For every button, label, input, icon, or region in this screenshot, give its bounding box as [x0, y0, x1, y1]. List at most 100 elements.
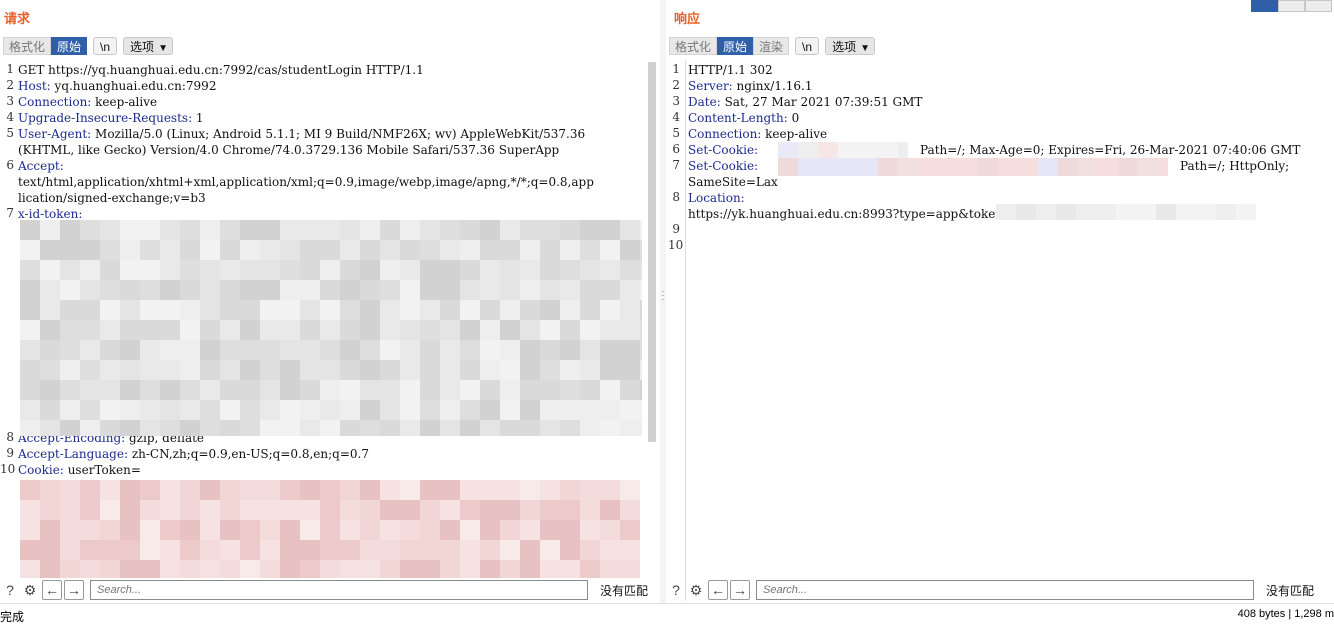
redaction-cell: [460, 380, 480, 400]
redaction-cell: [340, 300, 360, 320]
redaction-cell: [460, 360, 480, 380]
response-search-bar: ? ⚙ ← → 没有匹配: [666, 579, 1334, 601]
redaction-cell: [520, 500, 540, 520]
redaction-cell: [40, 400, 60, 420]
redaction-cell: [858, 142, 878, 158]
redaction-cell: [60, 560, 80, 578]
tab-raw[interactable]: 原始: [51, 37, 88, 55]
layout-stacked-icon[interactable]: [1278, 0, 1305, 12]
redaction-cell: [480, 340, 500, 360]
redaction-cell: [600, 420, 620, 436]
redaction-cell: [260, 280, 280, 300]
redaction-cell: [240, 320, 260, 340]
arrow-left-icon[interactable]: ←: [708, 580, 728, 600]
redaction-cell: [360, 500, 380, 520]
tab-render[interactable]: 渲染: [753, 37, 790, 55]
tab-pretty[interactable]: 格式化: [3, 37, 52, 55]
redaction-cell: [620, 520, 640, 540]
redaction-cell: [300, 280, 320, 300]
redaction-cell: [140, 420, 160, 436]
gear-icon[interactable]: ⚙: [20, 580, 40, 600]
search-input[interactable]: [90, 580, 588, 600]
redaction-cell: [340, 400, 360, 420]
redaction-cell: [580, 400, 600, 420]
redaction-cell: [540, 520, 560, 540]
redaction-cell: [640, 260, 642, 280]
options-dropdown[interactable]: 选项 ▼: [123, 37, 173, 55]
redaction-cell: [220, 420, 240, 436]
redaction-cell: [1078, 158, 1098, 176]
redaction-cell: [400, 320, 420, 340]
redaction-cell: [320, 240, 340, 260]
request-editor[interactable]: 1 GET https://yq.huanghuai.edu.cn:7992/ca…: [0, 60, 660, 579]
layout-tabs-icon[interactable]: [1305, 0, 1332, 12]
redaction-cell: [260, 340, 280, 360]
redaction-cell: [380, 260, 400, 280]
redaction-cell: [600, 380, 620, 400]
arrow-left-icon[interactable]: ←: [42, 580, 62, 600]
redaction-cell: [480, 320, 500, 340]
gear-icon[interactable]: ⚙: [686, 580, 706, 600]
redaction-cell: [620, 380, 640, 400]
redaction-cell: [140, 360, 160, 380]
redaction-cell: [460, 520, 480, 540]
redaction-cell: [540, 260, 560, 280]
header-value: Sat, 27 Mar 2021 07:39:51 GMT: [720, 95, 923, 109]
redaction-cell: [240, 480, 260, 500]
layout-side-by-side-icon[interactable]: [1251, 0, 1278, 12]
redaction-cell: [580, 320, 600, 340]
redaction-cell: [600, 220, 620, 240]
redacted-token: [20, 220, 642, 436]
redaction-cell: [480, 500, 500, 520]
redaction-cell: [180, 540, 200, 560]
redaction-cell: [100, 420, 120, 436]
arrow-right-icon[interactable]: →: [64, 580, 84, 600]
redaction-cell: [40, 260, 60, 280]
redaction-cell: [120, 520, 140, 540]
help-icon[interactable]: ?: [666, 580, 686, 600]
redaction-cell: [20, 560, 40, 578]
redaction-cell: [400, 480, 420, 500]
redaction-cell: [220, 560, 240, 578]
redaction-cell: [120, 400, 140, 420]
redaction-cell: [600, 260, 620, 280]
redaction-cell: [440, 480, 460, 500]
redaction-cell: [240, 280, 260, 300]
redaction-cell: [500, 400, 520, 420]
arrow-right-icon[interactable]: →: [730, 580, 750, 600]
redaction-cell: [340, 280, 360, 300]
redaction-cell: [560, 240, 580, 260]
newline-toggle[interactable]: \n: [93, 37, 118, 55]
redaction-cell: [140, 540, 160, 560]
response-editor[interactable]: 1 HTTP/1.1 302 2 Server: nginx/1.16.1 3 Date:…: [666, 60, 1334, 579]
line-number: 10: [668, 238, 684, 252]
redaction-cell: [460, 260, 480, 280]
help-icon[interactable]: ?: [0, 580, 20, 600]
status-text: 完成: [0, 610, 25, 624]
request-scrollbar[interactable]: [648, 62, 656, 442]
redaction-cell: [380, 420, 400, 436]
redaction-cell: [220, 520, 240, 540]
redaction-cell: [200, 480, 220, 500]
redaction-cell: [580, 520, 600, 540]
options-dropdown[interactable]: 选项 ▼: [825, 37, 875, 55]
redaction-cell: [360, 560, 380, 578]
redaction-cell: [500, 300, 520, 320]
search-input[interactable]: [756, 580, 1254, 600]
redaction-cell: [1058, 158, 1078, 176]
redaction-cell: [858, 158, 878, 176]
redaction-cell: [280, 480, 300, 500]
redaction-cell: [260, 320, 280, 340]
tab-pretty[interactable]: 格式化: [669, 37, 718, 55]
redaction-cell: [560, 320, 580, 340]
header-value: Path=/; HttpOnly;: [1180, 159, 1290, 173]
redaction-cell: [320, 220, 340, 240]
tab-raw[interactable]: 原始: [717, 37, 754, 55]
redaction-cell: [280, 380, 300, 400]
redaction-cell: [60, 480, 80, 500]
newline-toggle[interactable]: \n: [795, 37, 820, 55]
code-line: Host: yq.huanghuai.edu.cn:7992: [18, 78, 216, 94]
code-line: Content-Length: 0: [688, 110, 799, 126]
redaction-cell: [180, 400, 200, 420]
redaction-cell: [1196, 204, 1216, 220]
